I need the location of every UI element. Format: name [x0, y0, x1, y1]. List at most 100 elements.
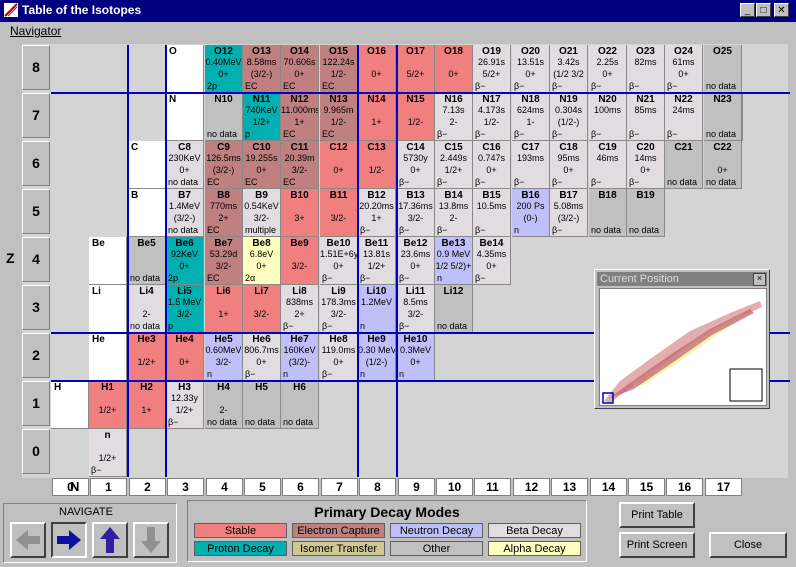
isotope-cell[interactable]: B15 10.5ms β− [473, 189, 511, 237]
element-label-cell[interactable]: H [51, 381, 89, 429]
isotope-cell[interactable]: C14 5730y 0+ β− [397, 141, 435, 189]
isotope-cell[interactable]: C18 95ms 0+ β− [550, 141, 588, 189]
isotope-cell[interactable]: O22 2.25s 0+ β− [589, 45, 627, 93]
isotope-cell[interactable]: B10 3+ [281, 189, 319, 237]
isotope-cell[interactable]: He9 0.30 MeV (1/2-) n [358, 333, 396, 381]
isotope-cell[interactable]: Be14 4.35ms 0+ β− [473, 237, 511, 285]
isotope-cell[interactable]: He6 806.7ms 0+ β− [243, 333, 281, 381]
right-arrow-button[interactable] [51, 522, 87, 558]
isotope-cell[interactable]: H2 1+ [128, 381, 166, 429]
isotope-cell[interactable]: He4 0+ [166, 333, 204, 381]
left-arrow-button[interactable] [10, 522, 46, 558]
isotope-cell[interactable]: He5 0.60MeV 3/2- n [205, 333, 243, 381]
element-label-cell[interactable]: B [128, 189, 166, 237]
down-arrow-button[interactable] [133, 522, 169, 558]
element-label-cell[interactable]: Be [89, 237, 127, 285]
isotope-cell[interactable]: N19 0.304s (1/2-) β− [550, 93, 588, 141]
isotope-cell[interactable]: H5 no data [243, 381, 281, 429]
isotope-cell[interactable]: C20 14ms 0+ β− [627, 141, 665, 189]
isotope-cell[interactable]: Be13 0.9 MeV 1/2 5/2)+ n [435, 237, 473, 285]
isotope-cell[interactable]: C21 no data [665, 141, 703, 189]
isotope-cell[interactable]: Be10 1.51E+6y 0+ β− [320, 237, 358, 285]
isotope-cell[interactable]: B7 1.4MeV (3/2-) no data [166, 189, 204, 237]
isotope-cell[interactable]: Be8 6.8eV 0+ 2α [243, 237, 281, 285]
isotope-cell[interactable]: N14 1+ [358, 93, 396, 141]
isotope-cell[interactable]: N15 1/2- [397, 93, 435, 141]
isotope-cell[interactable]: B12 20.20ms 1+ β− [358, 189, 396, 237]
popup-close-icon[interactable]: × [753, 273, 766, 286]
maximize-icon[interactable]: □ [756, 3, 771, 17]
isotope-cell[interactable]: Li4 2- no data [128, 285, 166, 333]
isotope-cell[interactable]: B14 13.8ms 2- β− [435, 189, 473, 237]
isotope-cell[interactable]: He7 160KeV (3/2)- n [281, 333, 319, 381]
close-window-icon[interactable]: ✕ [774, 3, 789, 17]
current-position-window[interactable]: Current Position × [594, 269, 770, 409]
isotope-cell[interactable]: C13 1/2- [358, 141, 396, 189]
isotope-cell[interactable]: O13 8.58ms (3/2-) EC [243, 45, 281, 93]
isotope-cell[interactable]: Li7 3/2- [243, 285, 281, 333]
isotope-cell[interactable]: C8 230KeV 0+ no data [166, 141, 204, 189]
isotope-cell[interactable]: Be6 92KeV 0+ 2p [166, 237, 204, 285]
isotope-cell[interactable]: Li6 1+ [205, 285, 243, 333]
element-label-cell[interactable]: He [89, 333, 127, 381]
isotope-cell[interactable]: Li9 178.3ms 3/2- β− [320, 285, 358, 333]
isotope-cell[interactable]: B13 17.36ms 3/2- β− [397, 189, 435, 237]
isotope-cell[interactable]: H4 2- no data [205, 381, 243, 429]
isotope-cell[interactable]: O21 3.42s (1/2 3/2 β− [550, 45, 588, 93]
isotope-cell[interactable]: C22 0+ no data [704, 141, 742, 189]
isotope-cell[interactable]: n 1/2+ β− [89, 429, 127, 477]
isotope-cell[interactable]: H1 1/2+ [89, 381, 127, 429]
isotope-cell[interactable]: Be11 13.81s 1/2+ β− [358, 237, 396, 285]
isotope-cell[interactable]: B16 200 Ps (0-) n [512, 189, 550, 237]
isotope-cell[interactable]: O19 26.91s 5/2+ β− [473, 45, 511, 93]
isotope-cell[interactable]: O17 5/2+ [397, 45, 435, 93]
isotope-cell[interactable]: B9 0.54KeV 3/2- multiple [243, 189, 281, 237]
isotope-cell[interactable]: B18 no data [589, 189, 627, 237]
isotope-cell[interactable]: C15 2.449s 1/2+ β− [435, 141, 473, 189]
isotope-cell[interactable]: Li11 8.5ms 3/2- β− [397, 285, 435, 333]
isotope-cell[interactable]: N10 no data [205, 93, 243, 141]
isotope-cell[interactable]: N20 100ms β− [589, 93, 627, 141]
isotope-cell[interactable]: O14 70.606s 0+ EC [281, 45, 319, 93]
isotope-cell[interactable]: Li5 1.5 MeV 3/2- p [166, 285, 204, 333]
print-table-button[interactable]: Print Table [619, 502, 695, 528]
isotope-cell[interactable]: N21 85ms β− [627, 93, 665, 141]
isotope-cell[interactable]: O15 122.24s 1/2- EC [320, 45, 358, 93]
isotope-cell[interactable]: B11 3/2- [320, 189, 358, 237]
isotope-cell[interactable]: He3 1/2+ [128, 333, 166, 381]
isotope-cell[interactable]: O25 no data [704, 45, 742, 93]
isotope-cell[interactable]: B8 770ms 2+ EC [205, 189, 243, 237]
isotope-cell[interactable]: O20 13.51s 0+ β− [512, 45, 550, 93]
isotope-cell[interactable]: Li8 838ms 2+ β− [281, 285, 319, 333]
isotope-cell[interactable]: Be9 3/2- [281, 237, 319, 285]
up-arrow-button[interactable] [92, 522, 128, 558]
isotope-cell[interactable]: O24 61ms 0+ β− [665, 45, 703, 93]
isotope-cell[interactable]: H6 no data [281, 381, 319, 429]
isotope-cell[interactable]: B17 5.08ms (3/2-) β− [550, 189, 588, 237]
isotope-cell[interactable]: B19 no data [627, 189, 665, 237]
isotope-cell[interactable]: N24 no data [742, 93, 743, 141]
element-label-cell[interactable]: N [166, 93, 204, 141]
isotope-cell[interactable]: C12 0+ [320, 141, 358, 189]
isotope-cell[interactable]: N16 7.13s 2- β− [435, 93, 473, 141]
isotope-cell[interactable]: N18 624ms 1- β− [512, 93, 550, 141]
isotope-cell[interactable]: C19 46ms β− [589, 141, 627, 189]
isotope-cell[interactable]: Li12 no data [435, 285, 473, 333]
element-label-cell[interactable]: O [166, 45, 204, 93]
isotope-cell[interactable]: C11 20.39m 3/2- EC [281, 141, 319, 189]
isotope-cell[interactable]: O16 0+ [358, 45, 396, 93]
isotope-cell[interactable]: O12 0.40MeV 0+ 2p [205, 45, 243, 93]
isotope-cell[interactable]: Be5 no data [128, 237, 166, 285]
isotope-cell[interactable]: C10 19.255s 0+ EC [243, 141, 281, 189]
isotope-cell[interactable]: O23 82ms β− [627, 45, 665, 93]
isotope-cell[interactable]: N22 24ms β− [665, 93, 703, 141]
isotope-cell[interactable]: O18 0+ [435, 45, 473, 93]
element-label-cell[interactable]: Li [89, 285, 127, 333]
isotope-cell[interactable]: He10 0.3MeV 0+ n [397, 333, 435, 381]
isotope-cell[interactable]: N13 9.965m 1/2- EC [320, 93, 358, 141]
isotope-cell[interactable]: C16 0.747s 0+ β− [473, 141, 511, 189]
chart-overview[interactable] [599, 288, 767, 406]
isotope-cell[interactable]: C17 193ms β− [512, 141, 550, 189]
isotope-cell[interactable]: C9 126.5ms (3/2-) EC [205, 141, 243, 189]
isotope-cell[interactable]: N23 no data [704, 93, 742, 141]
